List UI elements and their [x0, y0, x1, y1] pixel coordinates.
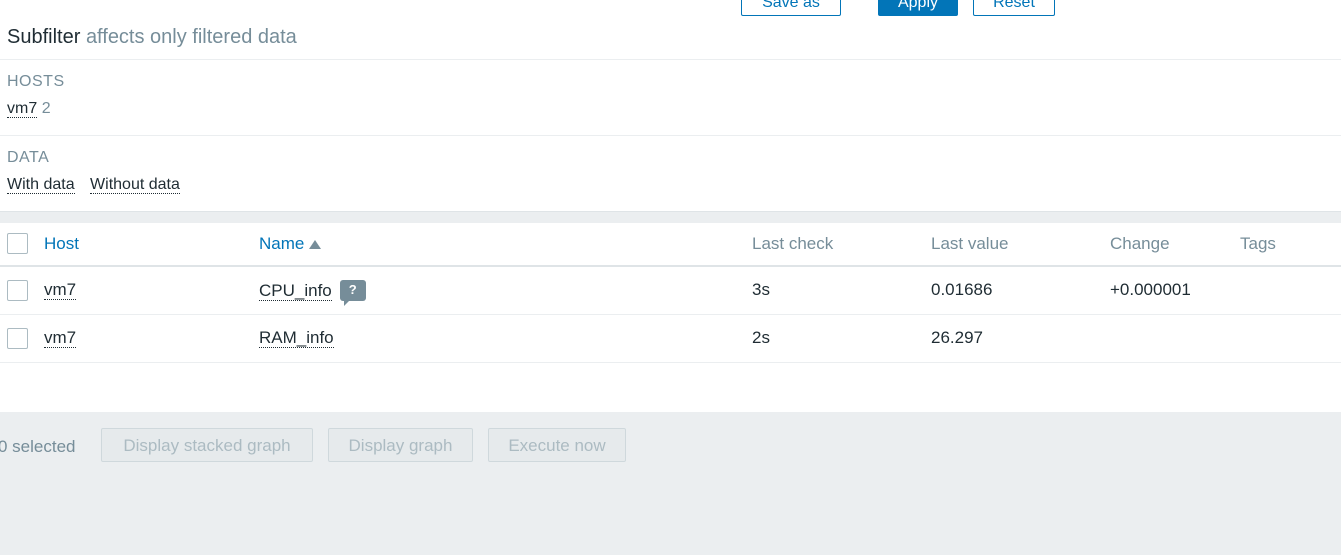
last-check-cell: 2s	[752, 328, 770, 347]
host-link[interactable]: vm7	[44, 280, 77, 301]
table-header-row: Host Name Last check Last value Change T…	[0, 222, 1341, 266]
data-label: DATA	[7, 149, 50, 166]
subfilter-with-data[interactable]: With data	[7, 176, 75, 194]
name-cell: RAM_info	[259, 314, 752, 362]
selected-count: 0 selected	[0, 437, 76, 456]
display-stacked-graph-button[interactable]: Display stacked graph	[101, 428, 313, 462]
hosts-label: HOSTS	[7, 73, 65, 90]
header-name[interactable]: Name	[259, 222, 752, 266]
change-cell	[1110, 314, 1240, 362]
header-name-label: Name	[259, 233, 305, 253]
subfilter-host-count: 2	[41, 100, 51, 117]
apply-button[interactable]: Apply	[878, 0, 958, 16]
table-row: vm7 CPU_info? 3s 0.01686 +0.000001	[0, 266, 1341, 314]
host-link[interactable]: vm7	[44, 328, 77, 348]
divider	[0, 135, 1341, 136]
last-value-cell: 0.01686	[931, 280, 993, 300]
action-footer: 0 selected Display stacked graph Display…	[0, 412, 1341, 555]
help-bubble-icon[interactable]: ?	[339, 279, 366, 306]
item-name-link[interactable]: RAM_info	[259, 328, 334, 348]
header-change: Change	[1110, 233, 1170, 253]
display-graph-button[interactable]: Display graph	[328, 428, 473, 462]
last-value-cell: 26.297	[931, 328, 983, 347]
row-checkbox-cell	[0, 266, 44, 314]
subfilter-without-data[interactable]: Without data	[90, 176, 180, 194]
item-name-link[interactable]: CPU_info	[259, 280, 332, 301]
table-row: vm7 RAM_info 2s 26.297	[0, 314, 1341, 362]
header-checkbox-cell	[0, 222, 44, 266]
name-cell: CPU_info?	[259, 266, 752, 314]
host-cell: vm7	[44, 314, 259, 362]
row-checkbox[interactable]	[7, 327, 28, 349]
subfilter-subtitle: affects only filtered data	[85, 26, 297, 48]
divider	[0, 59, 1341, 60]
row-checkbox[interactable]	[7, 279, 28, 301]
save-as-button[interactable]: Save as	[741, 0, 841, 16]
items-table: Host Name Last check Last value Change T…	[0, 222, 1341, 363]
tags-cell	[1240, 266, 1341, 314]
data-subfilter: With data Without data	[7, 176, 180, 194]
change-cell: +0.000001	[1110, 280, 1191, 300]
execute-now-button[interactable]: Execute now	[488, 428, 626, 462]
header-last-value: Last value	[931, 233, 1009, 253]
subfilter-host-vm7[interactable]: vm7	[7, 100, 38, 118]
select-all-checkbox[interactable]	[7, 233, 28, 254]
filter-buttons: Save as Apply Reset	[0, 0, 1341, 16]
hosts-subfilter: vm7 2	[7, 100, 51, 118]
host-cell: vm7	[44, 266, 259, 314]
subfilter-title-text: Subfilter	[7, 26, 81, 48]
row-checkbox-cell	[0, 314, 44, 362]
last-check-cell: 3s	[752, 280, 770, 300]
header-host[interactable]: Host	[44, 222, 259, 266]
reset-button[interactable]: Reset	[973, 0, 1055, 16]
sort-ascending-icon	[309, 239, 322, 249]
tags-cell	[1240, 314, 1341, 362]
subfilter-title: Subfilter affects only filtered data	[7, 26, 297, 49]
header-last-check: Last check	[752, 233, 834, 253]
header-tags: Tags	[1240, 233, 1276, 253]
